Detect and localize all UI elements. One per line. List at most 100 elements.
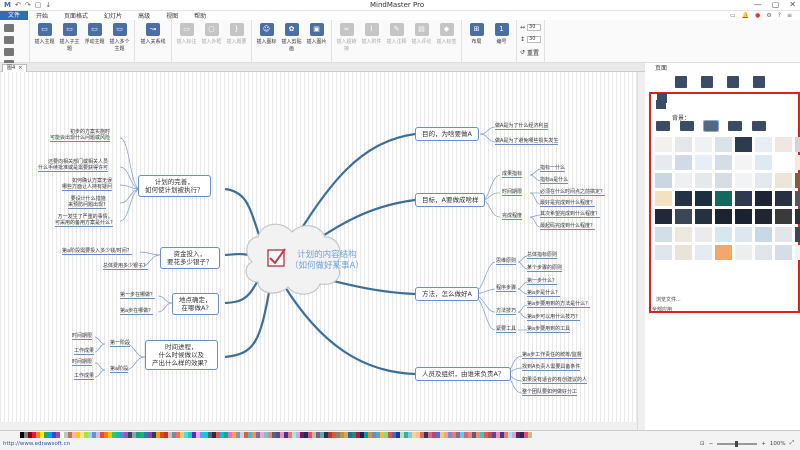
background-swatch[interactable]: [735, 191, 752, 206]
background-swatch[interactable]: [675, 173, 692, 188]
background-swatch[interactable]: [655, 155, 672, 170]
goal-results[interactable]: 成果指标: [502, 171, 523, 178]
background-swatch[interactable]: [755, 137, 772, 152]
menu-advanced[interactable]: 高级: [130, 11, 158, 20]
goal-leaf-5[interactable]: 其次希望完成到什么程度？: [540, 211, 601, 218]
background-swatch[interactable]: [795, 137, 800, 152]
insert-attachment-button[interactable]: ⌇ 插入附件: [360, 23, 383, 45]
background-swatch[interactable]: [775, 155, 792, 170]
insert-clipart-button[interactable]: ✿ 插入剪贴画: [280, 23, 303, 52]
background-swatch[interactable]: [795, 227, 800, 242]
background-swatch[interactable]: [715, 155, 732, 170]
background-swatch[interactable]: [675, 155, 692, 170]
background-swatch[interactable]: [795, 155, 800, 170]
notification-icon[interactable]: 🔔: [742, 12, 749, 19]
background-swatch[interactable]: [695, 209, 712, 224]
background-swatch[interactable]: [675, 191, 692, 206]
background-swatch[interactable]: [775, 245, 792, 260]
insert-callout-button[interactable]: ▭ 插入标注: [175, 23, 198, 45]
tab-close-icon[interactable]: ×: [18, 65, 22, 72]
method-leaf-3[interactable]: 第一步什么？: [527, 278, 558, 285]
document-tab[interactable]: 图4 ×: [2, 64, 28, 72]
insert-tag-button[interactable]: ◆ 插入标签: [435, 23, 458, 45]
background-swatch[interactable]: [775, 209, 792, 224]
background-swatch[interactable]: [735, 209, 752, 224]
vertical-spacing-input[interactable]: 30: [527, 36, 542, 43]
goal-leaf-2[interactable]: 指标a是什么: [540, 177, 569, 184]
numbering-button[interactable]: 1 编号: [490, 23, 513, 45]
background-swatch[interactable]: [775, 191, 792, 206]
left-main-topic-plan[interactable]: 计划的完善， 如何使计划被执行？: [138, 175, 211, 197]
insert-summary-button[interactable]: } 插入概要: [225, 23, 248, 45]
fit-icon[interactable]: ⊡: [700, 441, 705, 447]
theme-tab-icon[interactable]: [675, 76, 687, 88]
layout-button[interactable]: ⊞ 布局: [465, 23, 488, 45]
people-leaf-3[interactable]: 如果没有适合的有创建议的人: [522, 377, 588, 384]
fullscreen-icon[interactable]: ⤢: [790, 440, 794, 447]
method-techniques[interactable]: 方法技巧: [496, 308, 517, 315]
goal-leaf-4[interactable]: 最好是完成到什么程度？: [540, 200, 596, 207]
background-swatch[interactable]: [715, 245, 732, 260]
structure-tab-icon[interactable]: [727, 76, 739, 88]
method-leaf-7[interactable]: 第a步要用到的工具: [527, 326, 571, 333]
leaf-purpose-2[interactable]: 做A是为了避免哪些损失发生: [495, 138, 559, 145]
background-swatch[interactable]: [695, 173, 712, 188]
zoom-in-icon[interactable]: +: [761, 441, 766, 447]
text-bg-icon[interactable]: [752, 121, 766, 131]
plan-leaf-4[interactable]: 要设计什么措施 来预防问题出现?: [68, 196, 106, 209]
background-swatch[interactable]: [695, 245, 712, 260]
insert-boundary-button[interactable]: ▢ 插入外框: [200, 23, 223, 45]
schedule-stage-2[interactable]: 第a阶段: [110, 366, 129, 373]
plan-leaf-3[interactable]: 如何确认方案无误 哪些方面让人持有疑问: [62, 178, 113, 191]
theme-bg-icon[interactable]: [656, 121, 670, 131]
minimize-button[interactable]: —: [754, 0, 762, 9]
menu-home[interactable]: 开始: [28, 11, 56, 20]
palette-color[interactable]: [528, 432, 532, 438]
table-icon[interactable]: [656, 100, 666, 109]
insert-comment-button[interactable]: ▤ 插入评论: [410, 23, 433, 45]
more-icon[interactable]: ≡: [787, 12, 792, 19]
background-swatch[interactable]: [795, 245, 800, 260]
goal-leaf-3[interactable]: 必须在什么时间点之前搞定？: [540, 189, 606, 196]
background-swatch[interactable]: [715, 191, 732, 206]
plan-leaf-5[interactable]: 万一发生了严重的事情， 可采用的备用方案是什么?: [55, 214, 113, 227]
apply-all-link[interactable]: 全部应用: [652, 306, 672, 313]
left-main-topic-schedule[interactable]: 时间进程， 什么时候做以及 产出什么样的效果？: [145, 340, 218, 370]
background-swatch[interactable]: [655, 209, 672, 224]
reset-button[interactable]: ↺ 重置: [520, 48, 539, 57]
background-swatch[interactable]: [695, 137, 712, 152]
help-icon[interactable]: ?: [778, 12, 781, 19]
goal-completion[interactable]: 完成程度: [502, 213, 523, 220]
insert-picture-button[interactable]: ▣ 插入图片: [305, 23, 328, 45]
menu-view[interactable]: 视图: [158, 11, 186, 20]
dropdown-icon[interactable]: ↓: [45, 1, 51, 9]
zoom-out-icon[interactable]: −: [709, 441, 714, 447]
background-swatch[interactable]: [735, 173, 752, 188]
background-swatch[interactable]: [675, 209, 692, 224]
mindmap-canvas[interactable]: 计划的内容结构 （如何做好某事A） 目的，为啥要做A 目标，A要做成啥样 方法，…: [0, 72, 645, 430]
cut-icon[interactable]: [4, 36, 14, 44]
background-swatch[interactable]: [755, 227, 772, 242]
vertical-scrollbar[interactable]: [637, 72, 645, 430]
people-leaf-4[interactable]: 整个团队要如何做好分工: [522, 389, 578, 396]
background-swatch[interactable]: [715, 137, 732, 152]
right-main-topic-purpose[interactable]: 目的，为啥要做A: [415, 127, 479, 141]
background-swatch[interactable]: [715, 173, 732, 188]
undo-icon[interactable]: ↶: [15, 1, 21, 9]
method-principle[interactable]: 思维原则: [496, 258, 517, 265]
schedule-leaf-deadline-1[interactable]: 时间期限: [72, 333, 93, 340]
background-swatch[interactable]: [755, 209, 772, 224]
method-leaf-6[interactable]: 第a步可以用什么技巧？: [527, 314, 581, 321]
leaf-purpose-1[interactable]: 做A是为了什么经济利益: [495, 123, 549, 130]
left-main-topic-funding[interactable]: 资金投入， 要花多少银子？: [160, 247, 220, 269]
plan-leaf-1[interactable]: 初步的方案实施时 可能会出现什么问题或风险: [50, 129, 111, 142]
background-swatch[interactable]: [715, 227, 732, 242]
background-swatch[interactable]: [755, 191, 772, 206]
background-swatch[interactable]: [735, 227, 752, 242]
background-swatch[interactable]: [775, 173, 792, 188]
image-bg-icon[interactable]: [728, 121, 742, 131]
copy-icon[interactable]: [4, 48, 14, 56]
background-swatch[interactable]: [795, 191, 800, 206]
floating-topic-button[interactable]: ▭ 浮动主题: [83, 23, 106, 45]
location-leaf-2[interactable]: 第a步在哪做？: [120, 308, 154, 315]
